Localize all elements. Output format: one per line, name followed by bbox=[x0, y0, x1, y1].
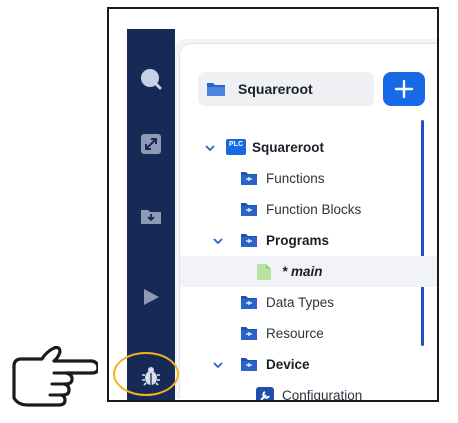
tree-item[interactable]: Configuration bbox=[180, 380, 437, 402]
plc-badge-text: PLC bbox=[229, 141, 243, 148]
tree-item-label: Device bbox=[266, 357, 310, 372]
chevron-down-icon[interactable] bbox=[212, 358, 224, 370]
download-folder-icon[interactable] bbox=[127, 207, 175, 225]
tree-item[interactable]: Functions bbox=[180, 163, 437, 194]
search-icon[interactable] bbox=[127, 67, 175, 91]
functions-folder-icon bbox=[240, 170, 258, 186]
project-name: Squareroot bbox=[238, 81, 313, 97]
app-window: Squareroot PLC Squareroot Functions Functio… bbox=[107, 7, 439, 402]
tree-item[interactable]: Device bbox=[180, 349, 437, 380]
run-icon[interactable] bbox=[127, 287, 175, 307]
tree-item[interactable]: Programs bbox=[180, 225, 437, 256]
tree-item-label: Data Types bbox=[266, 295, 335, 310]
programs-folder-icon bbox=[240, 232, 258, 248]
tree-item[interactable]: * main bbox=[180, 256, 437, 287]
project-folder-icon bbox=[207, 83, 225, 96]
project-explorer-content: Squareroot PLC Squareroot Functions Functio… bbox=[179, 43, 437, 402]
tree-item-label: * main bbox=[282, 264, 323, 279]
tree-item[interactable]: Data Types bbox=[180, 287, 437, 318]
tree-item-label: Squareroot bbox=[252, 140, 325, 155]
tree-item[interactable]: Resource bbox=[180, 318, 437, 349]
tree-item-label: Resource bbox=[266, 326, 324, 341]
device-folder-icon bbox=[240, 356, 258, 372]
activity-sidebar bbox=[127, 29, 175, 400]
tree-item-label: Programs bbox=[266, 233, 330, 248]
expand-icon[interactable] bbox=[127, 133, 175, 155]
debug-highlight-circle bbox=[113, 352, 179, 396]
resource-folder-icon bbox=[240, 325, 258, 341]
tree-item-label: Function Blocks bbox=[266, 202, 362, 217]
tree-item[interactable]: PLC Squareroot bbox=[180, 132, 437, 163]
wrench-icon bbox=[256, 387, 274, 400]
project-selector[interactable]: Squareroot bbox=[198, 72, 374, 106]
tree-item-label: Configuration bbox=[282, 388, 363, 402]
plus-icon bbox=[394, 79, 414, 99]
add-button[interactable] bbox=[383, 72, 425, 106]
plc-icon: PLC bbox=[226, 139, 246, 155]
chevron-down-icon[interactable] bbox=[212, 234, 224, 246]
project-explorer-panel: Squareroot PLC Squareroot Functions Functio… bbox=[175, 39, 437, 402]
tree-item-label: Functions bbox=[266, 171, 325, 186]
tree-item[interactable]: Function Blocks bbox=[180, 194, 437, 225]
data-types-folder-icon bbox=[240, 294, 258, 310]
function-blocks-folder-icon bbox=[240, 201, 258, 217]
program-file-icon bbox=[256, 263, 274, 280]
pointing-hand-icon bbox=[12, 345, 98, 407]
chevron-down-icon[interactable] bbox=[204, 141, 216, 153]
